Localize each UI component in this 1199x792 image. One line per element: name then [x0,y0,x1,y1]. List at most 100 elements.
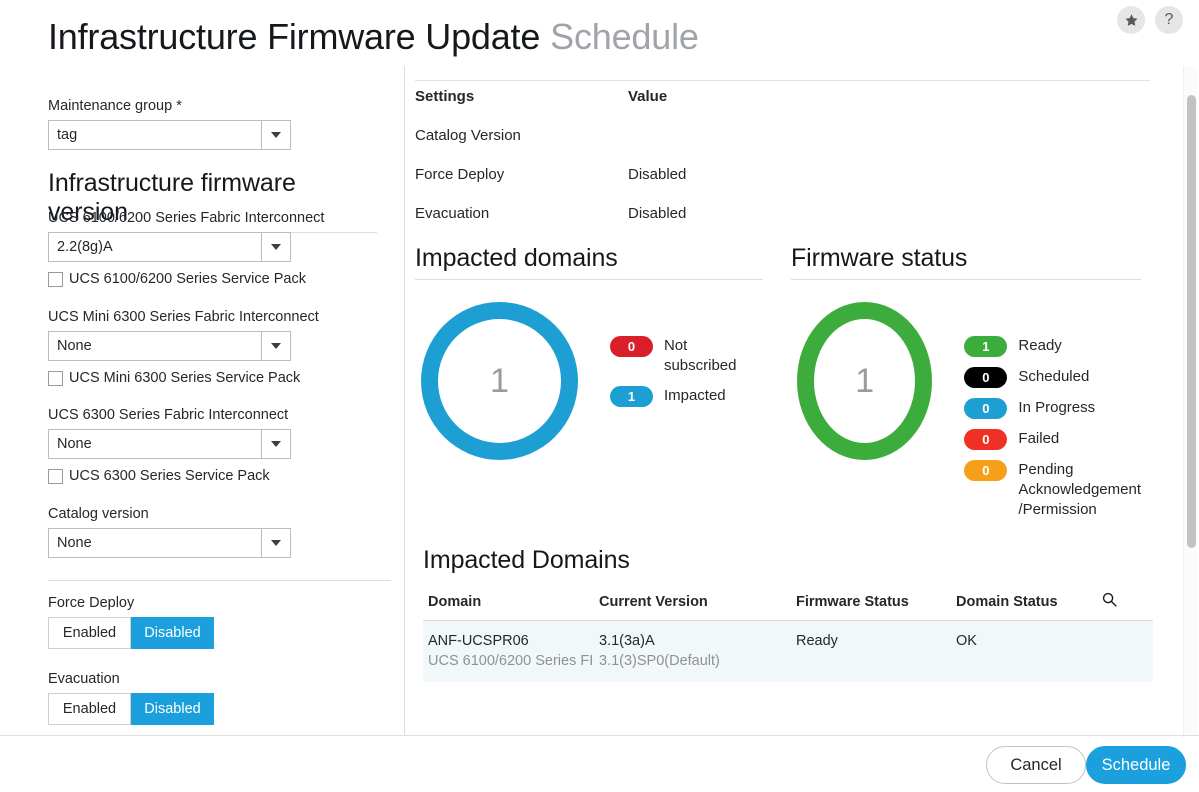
settings-table-header: Settings Value [415,88,1115,127]
page-title-main: Infrastructure Firmware Update [48,16,541,57]
firmware-status-legend: 1 Ready 0 Scheduled 0 In Progress 0 Fail… [964,336,1141,530]
legend-count: 0 [609,336,653,357]
maintenance-group-field: Maintenance group * tag [48,98,393,150]
fi-6300-select[interactable]: None [48,429,291,459]
fi-6300-label: UCS 6300 Series Fabric Interconnect [48,407,289,423]
sp-6100-6200-checkbox-row[interactable]: UCS 6100/6200 Series Service Pack [48,271,393,287]
maintenance-group-dropdown-toggle[interactable] [261,121,290,149]
legend-label: Ready [1018,337,1062,354]
fi-mini-6300-dropdown-toggle[interactable] [261,332,290,360]
settings-table: Settings Value Catalog Version Force Dep… [415,88,1115,244]
sp-mini-6300-checkbox[interactable] [48,370,63,386]
catalog-version-field: Catalog version None [48,506,393,558]
evacuation-enabled-option[interactable]: Enabled [48,693,131,725]
left-section-divider [48,580,393,581]
legend-label: Scheduled [1018,368,1090,385]
required-marker: * [176,98,182,114]
sp-mini-6300-label: UCS Mini 6300 Series Service Pack [69,370,301,386]
maintenance-group-label: Maintenance group * [48,98,182,114]
fi-6300-dropdown-toggle[interactable] [261,430,290,458]
vertical-scrollbar[interactable] [1183,66,1197,735]
fi-6100-6200-dropdown-toggle[interactable] [261,233,290,261]
settings-column-header: Settings [415,88,475,105]
force-deploy-disabled-option[interactable]: Disabled [131,617,214,649]
settings-row-force-deploy: Force Deploy Disabled [415,166,1115,205]
impacted-domains-donut: 1 [421,302,578,460]
force-deploy-field: Force Deploy Enabled Disabled [48,595,393,649]
sp-mini-6300-checkbox-row[interactable]: UCS Mini 6300 Series Service Pack [48,370,393,386]
setting-name: Force Deploy [415,166,505,183]
page-title-sub: Schedule [550,16,699,57]
legend-label: In Progress [1018,399,1096,416]
column-header-domain-status: Domain Status [956,593,1058,610]
cell-current-version-subtext: 3.1(3)SP0(Default) [599,653,720,669]
legend-item-pending-ack: 0 Pending Acknowledgement /Permission [964,460,1141,520]
donut-center-value: 1 [490,361,509,400]
fi-mini-6300-value: None [57,338,92,354]
cell-current-version: 3.1(3a)A [599,633,655,649]
impacted-domains-chart: Impacted domains 1 0 Not subscribed 1 Im… [415,244,763,460]
table-row[interactable]: ANF-UCSPR06 UCS 6100/6200 Series FI 3.1(… [423,621,1153,682]
legend-item-ready: 1 Ready [964,336,1141,357]
fi-6300-value: None [57,436,92,452]
catalog-version-dropdown-toggle[interactable] [261,529,290,557]
legend-item-failed: 0 Failed [964,429,1141,450]
sp-6100-6200-checkbox[interactable] [48,271,63,287]
header-actions: ? [1117,6,1183,34]
legend-count: 1 [609,386,653,407]
setting-name: Catalog Version [415,127,521,144]
fi-6100-6200-select[interactable]: 2.2(8g)A [48,232,291,262]
firmware-update-schedule-page: Infrastructure Firmware Update Schedule ?… [0,0,1199,792]
firmware-status-chart-heading: Firmware status [791,244,1141,280]
chevron-down-icon [271,244,281,250]
firmware-status-chart: Firmware status 1 1 Ready 0 Scheduled 0 … [791,244,1141,530]
impacted-domains-legend: 0 Not subscribed 1 Impacted [609,336,763,417]
legend-label: Pending Acknowledgement /Permission [1018,461,1141,518]
page-title: Infrastructure Firmware Update Schedule [48,16,699,58]
impacted-domains-table: Impacted Domains Domain Current Version … [423,546,1153,682]
fi-mini-6300-label: UCS Mini 6300 Series Fabric Interconnect [48,309,319,325]
cancel-button[interactable]: Cancel [986,746,1086,784]
search-icon [1101,591,1118,612]
schedule-button[interactable]: Schedule [1086,746,1186,784]
sp-6100-6200-label: UCS 6100/6200 Series Service Pack [69,271,306,287]
catalog-version-select[interactable]: None [48,528,291,558]
fi-mini-6300-field: UCS Mini 6300 Series Fabric Interconnect… [48,309,393,386]
chevron-down-icon [271,540,281,546]
star-icon [1124,13,1139,28]
scrollbar-thumb[interactable] [1187,95,1196,548]
fi-6100-6200-value: 2.2(8g)A [57,239,113,255]
force-deploy-toggle[interactable]: Enabled Disabled [48,617,214,649]
evacuation-toggle[interactable]: Enabled Disabled [48,693,214,725]
cell-domain: ANF-UCSPR06 [428,633,529,649]
fi-6100-6200-field: UCS 6100/6200 Series Fabric Interconnect… [48,210,393,287]
sp-6300-label: UCS 6300 Series Service Pack [69,468,270,484]
fi-mini-6300-select[interactable]: None [48,331,291,361]
chevron-down-icon [271,441,281,447]
legend-count: 0 [964,398,1008,419]
legend-label: Failed [1018,430,1060,447]
cell-domain-status: OK [956,633,977,649]
sp-6300-checkbox[interactable] [48,468,63,484]
favorite-button[interactable] [1117,6,1145,34]
fi-6100-6200-label: UCS 6100/6200 Series Fabric Interconnect [48,210,325,226]
table-search-button[interactable] [1101,591,1146,612]
evacuation-disabled-option[interactable]: Disabled [131,693,214,725]
firmware-status-donut: 1 [797,302,933,460]
legend-item-not-subscribed: 0 Not subscribed [609,336,763,376]
chevron-down-icon [271,132,281,138]
settings-row-evacuation: Evacuation Disabled [415,205,1115,244]
legend-count: 1 [964,336,1008,357]
column-header-current-version: Current Version [599,593,708,610]
help-button[interactable]: ? [1155,6,1183,34]
page-header: Infrastructure Firmware Update Schedule ? [0,0,1199,70]
left-form-panel: Maintenance group * tag Infrastructure f… [0,66,404,735]
force-deploy-enabled-option[interactable]: Enabled [48,617,131,649]
sp-6300-checkbox-row[interactable]: UCS 6300 Series Service Pack [48,468,393,484]
question-mark-icon: ? [1164,11,1174,28]
donut-center-value: 1 [855,361,875,400]
impacted-domains-chart-heading: Impacted domains [415,244,763,280]
legend-label: Not subscribed [663,337,737,374]
setting-value: Disabled [628,166,687,183]
maintenance-group-select[interactable]: tag [48,120,291,150]
